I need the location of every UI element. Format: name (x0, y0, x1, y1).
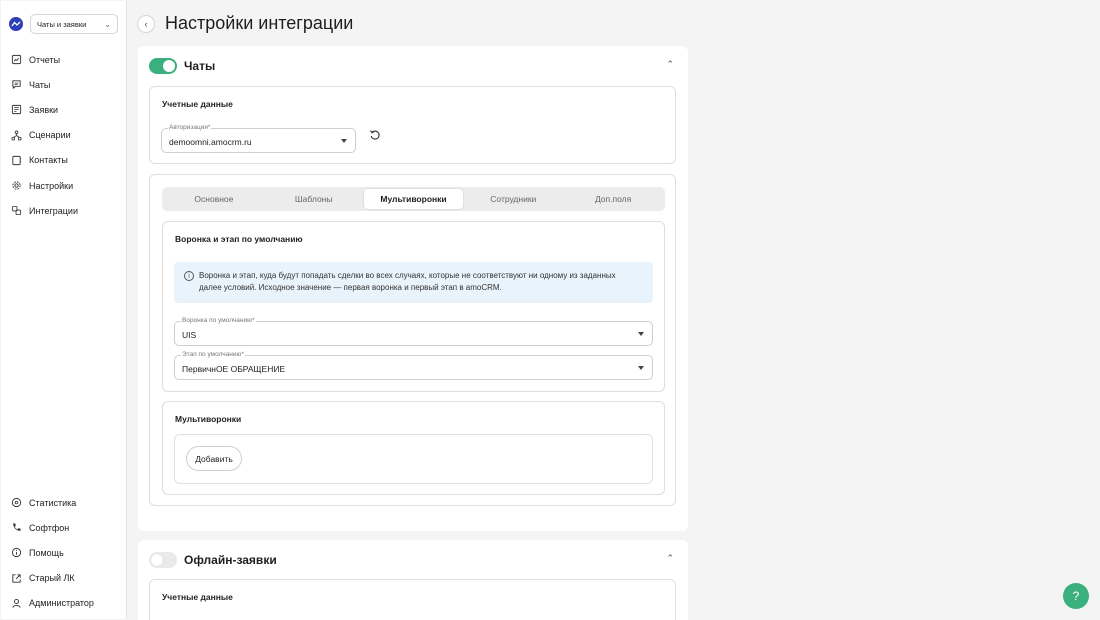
help-button[interactable]: ? (1063, 583, 1089, 609)
sidebar-item-label: Отчеты (29, 54, 61, 65)
offline-credentials-title: Учетные данные (162, 592, 233, 602)
offline-panel-title: Офлайн-заявки (184, 553, 277, 567)
sidebar-item-statistics[interactable]: Статистика (1, 490, 126, 515)
sidebar-item-label: Контакты (29, 155, 68, 166)
sidebar-nav: Отчеты Чаты Заявки Сценарии Контакты Нас… (1, 47, 126, 223)
credentials-title: Учетные данные (162, 99, 233, 109)
tab-extra-fields[interactable]: Доп.поля (563, 189, 663, 209)
sidebar-item-label: Помощь (29, 547, 64, 558)
sidebar-item-reports[interactable]: Отчеты (1, 47, 126, 72)
default-funnel-label: Воронка по умолчанию* (181, 317, 256, 324)
sidebar-item-label: Софтфон (29, 522, 70, 533)
sidebar-header: Чаты и заявки ⌄ (9, 13, 121, 35)
chat-icon (11, 79, 22, 90)
workspace-select-value: Чаты и заявки (37, 19, 87, 29)
requests-icon (11, 104, 22, 115)
chats-panel: Чаты ⌃ Учетные данные Авторизация* demoo… (138, 46, 688, 531)
sidebar-item-integrations[interactable]: Интеграции (1, 198, 126, 223)
sidebar-item-label: Интеграции (29, 205, 78, 216)
refresh-icon[interactable] (369, 129, 381, 141)
chevron-up-icon[interactable]: ⌃ (666, 553, 674, 564)
external-link-icon (11, 573, 22, 584)
phone-icon (11, 522, 22, 533)
default-stage-label: Этап по умолчанию* (181, 351, 245, 358)
tab-main[interactable]: Основное (164, 189, 264, 209)
default-stage-value: ПервичнОЕ ОБРАЩЕНИЕ (182, 364, 286, 374)
sidebar-bottom-nav: Статистика Софтфон Помощь Старый ЛК Адми… (1, 490, 126, 616)
default-funnel-select[interactable]: Воронка по умолчанию* UIS (174, 317, 653, 346)
dropdown-arrow-icon (638, 366, 644, 370)
settings-tabs: Основное Шаблоны Мультиворонки Сотрудник… (162, 187, 665, 211)
auth-select-value: demoomni.amocrm.ru (169, 137, 252, 147)
default-stage-select[interactable]: Этап по умолчанию* ПервичнОЕ ОБРАЩЕНИЕ (174, 351, 653, 380)
auth-select[interactable]: Авторизация* demoomni.amocrm.ru (161, 124, 356, 153)
default-funnel-card: Воронка и этап по умолчанию i Воронка и … (162, 221, 665, 392)
multifunnels-title: Мультиворонки (175, 414, 242, 424)
multifunnels-list: Добавить (174, 434, 653, 484)
chevron-left-icon: ‹ (144, 19, 148, 29)
sidebar-item-old-account[interactable]: Старый ЛК (1, 566, 126, 591)
sidebar-item-label: Чаты (29, 79, 51, 90)
dropdown-arrow-icon (341, 139, 347, 143)
sidebar-item-softphone[interactable]: Софтфон (1, 515, 126, 540)
tab-multifunnels[interactable]: Мультиворонки (363, 189, 464, 209)
back-button[interactable]: ‹ (137, 15, 155, 33)
logo-icon (9, 17, 23, 31)
sidebar-item-label: Старый ЛК (29, 573, 75, 584)
add-multifunnel-button[interactable]: Добавить (186, 446, 242, 471)
offline-toggle[interactable] (149, 552, 177, 568)
tab-employees[interactable]: Сотрудники (463, 189, 563, 209)
multifunnels-card: Мультиворонки Добавить (162, 401, 665, 495)
sidebar-item-contacts[interactable]: Контакты (1, 148, 126, 173)
integrations-icon (11, 205, 22, 216)
chevron-down-icon: ⌄ (104, 19, 111, 29)
dropdown-arrow-icon (638, 332, 644, 336)
chevron-up-icon[interactable]: ⌃ (666, 59, 674, 70)
info-text: Воронка и этап, куда будут попадать сдел… (199, 271, 616, 292)
workspace-select[interactable]: Чаты и заявки ⌄ (30, 14, 118, 34)
sidebar-item-admin[interactable]: Администратор (1, 591, 126, 616)
default-funnel-title: Воронка и этап по умолчанию (175, 234, 303, 244)
sidebar-item-requests[interactable]: Заявки (1, 97, 126, 122)
offline-credentials-card: Учетные данные (149, 579, 676, 620)
auth-select-label: Авторизация* (168, 124, 212, 131)
info-box: i Воронка и этап, куда будут попадать сд… (174, 262, 653, 303)
sidebar-item-label: Настройки (29, 180, 74, 191)
info-icon: i (184, 271, 194, 281)
sidebar-item-label: Администратор (29, 598, 94, 609)
reports-icon (11, 54, 22, 65)
default-funnel-value: UIS (182, 330, 197, 340)
user-icon (11, 598, 22, 609)
statistics-icon (11, 497, 22, 508)
gear-icon (11, 180, 22, 191)
chats-toggle[interactable] (149, 58, 177, 74)
sidebar: Чаты и заявки ⌄ Отчеты Чаты Заявки Сцена… (1, 1, 127, 619)
contacts-icon (11, 155, 22, 166)
sidebar-item-help[interactable]: Помощь (1, 540, 126, 565)
sidebar-item-label: Статистика (29, 497, 77, 508)
help-icon (11, 547, 22, 558)
credentials-card: Учетные данные Авторизация* demoomni.amo… (149, 86, 676, 164)
sidebar-item-label: Заявки (29, 104, 59, 115)
page-title: Настройки интеграции (165, 13, 354, 33)
sidebar-item-label: Сценарии (29, 130, 71, 141)
chats-panel-title: Чаты (184, 59, 216, 73)
scenarios-icon (11, 130, 22, 141)
offline-panel: Офлайн-заявки ⌃ Учетные данные (138, 540, 688, 620)
tab-templates[interactable]: Шаблоны (264, 189, 364, 209)
sidebar-item-settings[interactable]: Настройки (1, 173, 126, 198)
sidebar-item-chats[interactable]: Чаты (1, 72, 126, 97)
settings-card: Основное Шаблоны Мультиворонки Сотрудник… (149, 174, 676, 506)
sidebar-item-scenarios[interactable]: Сценарии (1, 123, 126, 148)
